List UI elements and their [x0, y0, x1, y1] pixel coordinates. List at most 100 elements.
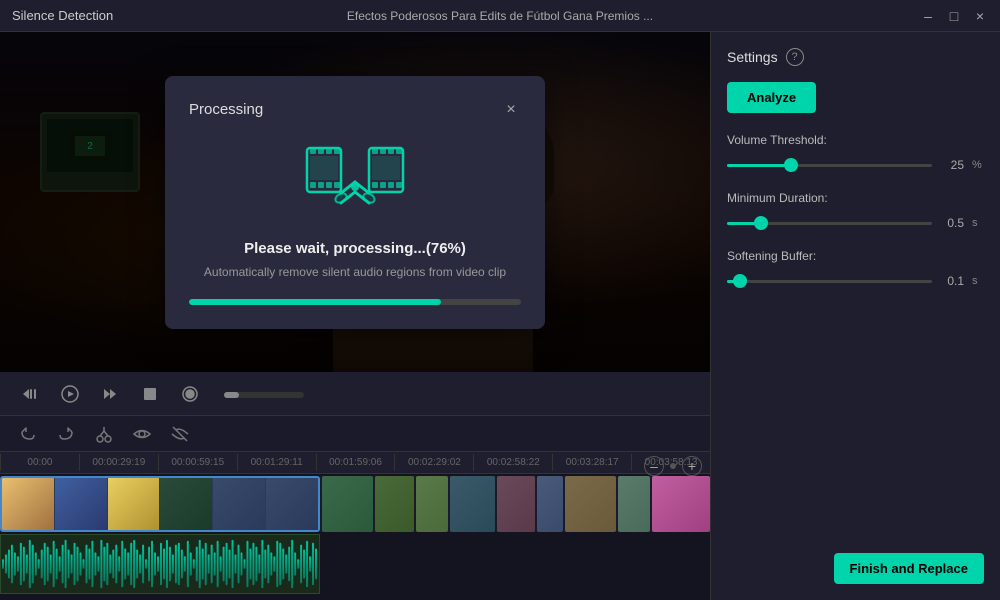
modal-title: Processing	[189, 101, 263, 118]
close-button[interactable]: ×	[972, 8, 988, 24]
time-display	[224, 387, 304, 401]
modal-close-button[interactable]: ×	[501, 100, 521, 120]
minimum-duration-label: Minimum Duration:	[727, 191, 984, 205]
softening-buffer-group: Softening Buffer: 0.1 s	[727, 249, 984, 291]
minimum-duration-slider[interactable]	[727, 213, 932, 233]
minimize-button[interactable]: –	[920, 8, 936, 24]
left-panel: 2 Processing ×	[0, 32, 710, 600]
volume-threshold-value: 25	[940, 158, 964, 172]
play-button[interactable]	[56, 380, 84, 408]
cut-button[interactable]	[92, 422, 116, 446]
timeline-mark-3: 00:01:29:11	[237, 454, 316, 471]
title-bar: Silence Detection Efectos Poderosos Para…	[0, 0, 1000, 32]
track-segment-4[interactable]	[450, 476, 495, 532]
volume-threshold-slider[interactable]	[727, 155, 932, 175]
track-segment-6[interactable]	[537, 476, 563, 532]
video-area: 2 Processing ×	[0, 32, 710, 372]
timeline-mark-6: 00:02:58:22	[473, 454, 552, 471]
timeline-mark-1: 00:00:29:19	[79, 454, 158, 471]
skip-back-button[interactable]	[16, 380, 44, 408]
analyze-button[interactable]: Analyze	[727, 82, 816, 113]
eye-button[interactable]	[130, 422, 154, 446]
track-segment-1[interactable]	[322, 476, 373, 532]
softening-buffer-track	[727, 280, 932, 283]
waveform-selected	[0, 534, 320, 594]
track-segment-2[interactable]	[375, 476, 413, 532]
volume-threshold-thumb[interactable]	[784, 158, 798, 172]
main-content: 2 Processing ×	[0, 32, 1000, 600]
volume-threshold-slider-row: 25 %	[727, 155, 984, 175]
audio-track	[0, 534, 710, 594]
record-button[interactable]	[176, 380, 204, 408]
finish-and-replace-button[interactable]: Finish and Replace	[834, 553, 984, 584]
scissors-icon	[305, 140, 405, 220]
video-title: Efectos Poderosos Para Edits de Fútbol G…	[347, 9, 653, 23]
volume-threshold-fill	[727, 164, 789, 167]
track-thumb-5	[213, 478, 265, 530]
track-thumb-3	[108, 478, 160, 530]
softening-buffer-value: 0.1	[940, 274, 964, 288]
zoom-out-button[interactable]: –	[644, 456, 664, 476]
zoom-indicator	[670, 463, 676, 469]
video-track	[0, 476, 710, 532]
processing-modal: Processing ×	[165, 76, 545, 329]
modal-desc-text: Automatically remove silent audio region…	[189, 265, 521, 279]
progress-bar	[189, 299, 521, 305]
minimum-duration-value: 0.5	[940, 216, 964, 230]
window-controls: – □ ×	[920, 8, 988, 24]
softening-buffer-thumb[interactable]	[733, 274, 747, 288]
help-icon[interactable]: ?	[786, 48, 804, 66]
edit-toolbar	[0, 416, 710, 452]
timeline-area: 00:00 00:00:29:19 00:00:59:15 00:01:29:1…	[0, 452, 710, 600]
stop-button[interactable]	[136, 380, 164, 408]
track-segment-3[interactable]	[416, 476, 448, 532]
volume-threshold-label: Volume Threshold:	[727, 133, 984, 147]
track-segment-9[interactable]	[652, 476, 710, 532]
transport-controls	[0, 372, 710, 416]
hide-button[interactable]	[168, 422, 192, 446]
modal-header: Processing ×	[189, 100, 521, 120]
volume-threshold-track	[727, 164, 932, 167]
timeline-marks: 00:00 00:00:29:19 00:00:59:15 00:01:29:1…	[0, 454, 710, 471]
timeline-mark-2: 00:00:59:15	[158, 454, 237, 471]
volume-threshold-unit: %	[972, 159, 984, 171]
play-alt-button[interactable]	[96, 380, 124, 408]
modal-overlay: Processing ×	[0, 32, 710, 372]
softening-buffer-slider[interactable]	[727, 271, 932, 291]
minimum-duration-group: Minimum Duration: 0.5 s	[727, 191, 984, 233]
track-thumb-1	[2, 478, 54, 530]
right-panel: Settings ? Analyze Volume Threshold: 25 …	[710, 32, 1000, 600]
minimum-duration-slider-row: 0.5 s	[727, 213, 984, 233]
modal-status-text: Please wait, processing...(76%)	[189, 240, 521, 257]
track-segments-right	[322, 476, 710, 532]
redo-button[interactable]	[54, 422, 78, 446]
softening-buffer-label: Softening Buffer:	[727, 249, 984, 263]
timeline-mark-4: 00:01:59:06	[316, 454, 395, 471]
minimum-duration-unit: s	[972, 217, 984, 229]
track-segment-5[interactable]	[497, 476, 535, 532]
track-thumb-4	[160, 478, 212, 530]
minimum-duration-thumb[interactable]	[754, 216, 768, 230]
progress-bar-fill	[189, 299, 441, 305]
timeline-ruler: 00:00 00:00:29:19 00:00:59:15 00:01:29:1…	[0, 452, 710, 474]
track-segment-8[interactable]	[618, 476, 650, 532]
timeline-zoom-controls: – +	[644, 456, 702, 476]
modal-icon	[189, 140, 521, 220]
settings-title: Settings	[727, 49, 778, 65]
zoom-in-button[interactable]: +	[682, 456, 702, 476]
track-segment-7[interactable]	[565, 476, 616, 532]
timeline-mark-7: 00:03:28:17	[552, 454, 631, 471]
softening-buffer-slider-row: 0.1 s	[727, 271, 984, 291]
softening-buffer-unit: s	[972, 275, 984, 287]
timeline-mark-5: 00:02:29:02	[394, 454, 473, 471]
video-track-selected[interactable]	[0, 476, 320, 532]
timeline-mark-0: 00:00	[0, 454, 79, 471]
settings-header: Settings ?	[727, 48, 984, 66]
track-thumb-6	[266, 478, 318, 530]
volume-threshold-group: Volume Threshold: 25 %	[727, 133, 984, 175]
track-thumb-2	[55, 478, 107, 530]
undo-button[interactable]	[16, 422, 40, 446]
app-title: Silence Detection	[12, 8, 113, 23]
minimum-duration-track	[727, 222, 932, 225]
maximize-button[interactable]: □	[946, 8, 962, 24]
